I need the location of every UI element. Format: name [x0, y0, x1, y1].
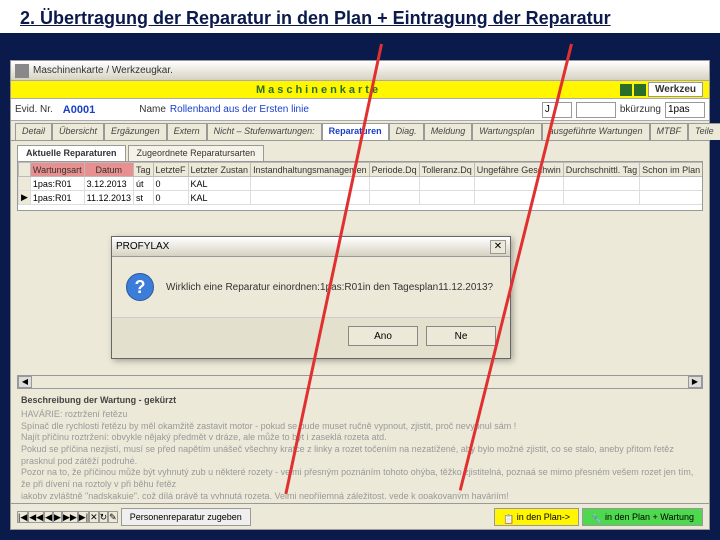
tab-ausgef-hrte-wartungen[interactable]: ausgeführte Wartungen [542, 123, 650, 140]
tab-diag-[interactable]: Diag. [389, 123, 424, 140]
id-row: Evid. Nr. A0001 Name Rollenband aus der … [11, 99, 709, 121]
slide-title: 2. Übertragung der Reparatur in den Plan… [0, 0, 720, 36]
sub-tabs: Aktuelle ReparaturenZugeordnete Reparatu… [11, 141, 709, 161]
titlebar: Maschinenkarte / Werkzeugkar. [11, 61, 709, 81]
column-header[interactable]: LetzteF [153, 163, 188, 177]
column-header[interactable]: Instandhaltungsmanagemen [251, 163, 370, 177]
dialog-message: Wirklich eine Reparatur einordnen:1pas:R… [166, 282, 493, 293]
tab-erg-zungen[interactable]: Ergäzungen [104, 123, 167, 140]
nav-button-3[interactable]: ▶ [53, 511, 62, 523]
bk-input[interactable] [665, 102, 705, 118]
dialog-close-button[interactable]: ✕ [490, 240, 506, 254]
table-row[interactable]: 1pas:R013.12.2013út0KAL [19, 177, 704, 191]
name-label: Name [139, 104, 166, 115]
tab-mtbf[interactable]: MTBF [650, 123, 689, 140]
filter-input-2[interactable] [576, 102, 616, 118]
evid-label: Evid. Nr. [15, 104, 53, 115]
dialog-no-button[interactable]: Ne [426, 326, 496, 346]
werkzeug-badge: Werkzeu [648, 82, 703, 97]
app-window: Maschinenkarte / Werkzeugkar. Maschinenk… [10, 60, 710, 530]
window-title: Maschinenkarte / Werkzeugkar. [33, 65, 173, 76]
column-header[interactable]: Periode.Dq [369, 163, 419, 177]
column-header[interactable]: Datum [84, 163, 133, 177]
tab-teile[interactable]: Teile [688, 123, 720, 140]
arrow-up-icon[interactable] [620, 84, 632, 96]
footer-toolbar: |◀◀◀◀▶▶▶▶|✕↻✎ Personenreparatur zugeben … [11, 503, 709, 529]
nav-button-8[interactable]: ✎ [108, 511, 118, 523]
into-plan-wartung-button[interactable]: 🔧in den Plan + Wartung [582, 508, 703, 526]
nav-button-2[interactable]: ◀ [44, 511, 53, 523]
horizontal-scrollbar[interactable]: ◀ ▶ [17, 375, 703, 389]
dialog-yes-button[interactable]: Ano [348, 326, 418, 346]
confirm-dialog: PROFYLAX ✕ ? Wirklich eine Reparatur ein… [111, 236, 511, 359]
tab-nicht-stufenwartungen-[interactable]: Nicht – Stufenwartungen: [207, 123, 322, 140]
dialog-titlebar: PROFYLAX ✕ [112, 237, 510, 257]
column-header[interactable]: Tag [134, 163, 154, 177]
nav-button-7[interactable]: ↻ [99, 511, 109, 523]
nav-button-4[interactable]: ▶▶ [62, 511, 78, 523]
column-header[interactable]: Tolleranz.Dq [419, 163, 474, 177]
column-header[interactable]: Schon im Plan [640, 163, 703, 177]
column-header[interactable]: Letzter Zustan [188, 163, 251, 177]
tab-wartungsplan[interactable]: Wartungsplan [472, 123, 541, 140]
scroll-left-button[interactable]: ◀ [18, 376, 32, 388]
tab-detail[interactable]: Detail [15, 123, 52, 140]
dialog-title: PROFYLAX [116, 241, 169, 252]
app-icon [15, 64, 29, 78]
nav-button-0[interactable]: |◀ [17, 511, 28, 523]
column-header[interactable]: Durchschnittl. Tag [563, 163, 639, 177]
evid-value: A0001 [57, 104, 101, 116]
nav-button-6[interactable]: ✕ [89, 511, 99, 523]
main-tabs: DetailÜbersichtErgäzungenExternNicht – S… [11, 121, 709, 141]
into-plan-button[interactable]: 📋in den Plan-> [494, 508, 579, 526]
wrench-icon: 🔧 [591, 511, 603, 523]
tab--bersicht[interactable]: Übersicht [52, 123, 104, 140]
description-body: HAVÁRIE: roztržení řetězuSpínač dle rych… [17, 407, 703, 499]
tab-meldung[interactable]: Meldung [424, 123, 473, 140]
name-value: Rollenband aus der Ersten linie [170, 104, 538, 115]
data-grid[interactable]: WartungsartDatumTagLetzteFLetzter Zustan… [17, 161, 703, 211]
description-section: Beschreibung der Wartung - gekürzt HAVÁR… [17, 393, 703, 499]
arrow-down-icon[interactable] [634, 84, 646, 96]
column-header[interactable] [19, 163, 31, 177]
question-icon: ? [126, 273, 154, 301]
column-header[interactable]: Ungefähre Geschwin [474, 163, 563, 177]
into-plan-label: in den Plan-> [517, 512, 570, 522]
banner: Maschinenkarte Werkzeu [11, 81, 709, 99]
column-header[interactable]: Wartungsart [30, 163, 84, 177]
tab-extern[interactable]: Extern [167, 123, 207, 140]
tab-reparaturen[interactable]: Reparaturen [322, 123, 389, 140]
banner-title: Maschinenkarte [17, 84, 620, 96]
filter-input-1[interactable] [542, 102, 572, 118]
subtab-1[interactable]: Zugeordnete Reparatursarten [128, 145, 265, 161]
subtab-0[interactable]: Aktuelle Reparaturen [17, 145, 126, 161]
bk-label: bkürzung [620, 104, 661, 115]
nav-button-1[interactable]: ◀◀ [28, 511, 44, 523]
person-repair-button[interactable]: Personenreparatur zugeben [121, 508, 251, 526]
description-heading: Beschreibung der Wartung - gekürzt [17, 393, 703, 407]
calendar-icon: 📋 [503, 511, 515, 523]
scroll-right-button[interactable]: ▶ [688, 376, 702, 388]
into-plan-wartung-label: in den Plan + Wartung [605, 512, 694, 522]
table-row[interactable]: ▶1pas:R0111.12.2013st0KAL [19, 191, 704, 205]
nav-button-5[interactable]: ▶| [78, 511, 89, 523]
